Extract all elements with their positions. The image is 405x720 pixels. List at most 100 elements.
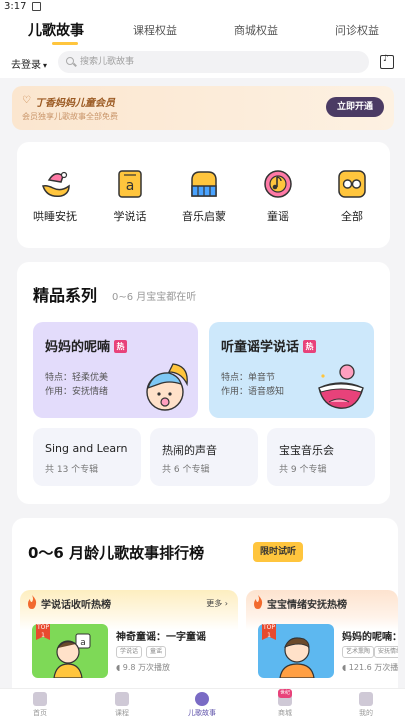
ranking-item-title[interactable]: 妈妈的呢喃：治 [342,628,398,643]
tab-songs-stories[interactable]: 儿歌故事 [28,20,84,40]
plays-count: 9.8 万次播放 [122,663,171,672]
category-all[interactable]: 全部 [317,168,387,224]
category-nursery-rhymes[interactable]: 童谣 [243,168,313,224]
top-rank-badge: TOP 1 [36,624,50,640]
vip-open-button[interactable]: 立即开通 [326,97,384,117]
ranking-item-thumbnail[interactable]: TOP 1 a [32,624,108,678]
child-illustration [279,637,315,678]
series-card-learn-speak[interactable]: 听童谣学说话热 特点：单音节 作用：语音感知 [209,322,374,418]
category-card: 哄睡安抚 a 学说话 音乐启蒙 童谣 全部 [17,142,390,248]
category-label: 哄睡安抚 [33,210,77,223]
nav-label: 课程 [115,709,129,717]
search-box[interactable] [58,51,369,73]
nav-label: 我的 [359,709,373,717]
ranking-item-thumbnail[interactable]: TOP 1 [258,624,334,678]
album-sing-and-learn[interactable]: Sing and Learn 共 13 个专辑 [33,428,141,486]
series-title: 妈妈的呢喃热 [45,336,128,355]
search-row: 去登录 ▾ [0,48,405,78]
active-tab-indicator [52,42,78,45]
hot-badge: 热 [114,340,128,353]
nav-courses[interactable]: 课程 [92,692,152,718]
fire-icon [28,595,37,609]
moon-icon [39,168,71,200]
series-effect: 作用：安抚情绪 [45,387,109,397]
series-title-text: 妈妈的呢喃 [45,340,111,355]
login-label: 去登录 [11,60,41,71]
vip-heart-icon: ♡ [22,95,31,106]
search-input[interactable] [80,54,350,70]
nav-label: 儿歌故事 [188,709,216,717]
tab-course-benefits[interactable]: 课程权益 [133,22,177,38]
ranking-list-learn-speak: 学说话收听热榜 更多 › TOP 1 a 神奇童谣：一字童谣 学说话 童谣 ◖ … [20,590,238,688]
ranking-item-tag: 艺术熏陶 [342,646,375,658]
tab-consult-benefits[interactable]: 问诊权益 [335,22,379,38]
featured-subtitle: 0~6 月宝宝都在听 [112,292,197,303]
letter-a-icon: a [114,168,146,200]
fire-icon [254,595,263,609]
notification-icon [32,2,41,11]
ranking-item-title[interactable]: 神奇童谣：一字童谣 [116,628,206,643]
ranking-item-tag: 学说话 [116,646,143,658]
svg-text:a: a [80,638,86,648]
child-illustration: a [53,633,91,678]
featured-series-card: 精品系列 0~6 月宝宝都在听 妈妈的呢喃热 特点：轻柔优美 作用：安抚情绪 听… [17,262,390,504]
login-button[interactable]: 去登录 ▾ [11,56,47,71]
series-title-text: 听童谣学说话 [221,340,300,355]
limited-trial-badge: 限时试听 [253,542,303,562]
music-note-icon [262,168,294,200]
hot-badge: 热 [303,340,317,353]
album-title: 宝宝音乐会 [279,444,334,457]
nav-songs-stories[interactable]: 儿歌故事 [172,692,232,718]
category-label: 全部 [341,210,363,223]
ranking-list-header: 宝宝情绪安抚热榜 [246,590,398,616]
nav-profile[interactable]: 我的 [336,692,396,718]
ranking-title: 0～6 月龄儿歌故事排行榜 [28,544,205,562]
headphone-icon: ◖ [116,663,123,672]
more-link[interactable]: 更多 › [206,598,228,609]
category-label: 音乐启蒙 [182,210,226,223]
ranking-item-plays: ◖ 9.8 万次播放 [116,662,170,673]
svg-text:a: a [126,178,135,194]
music-book-icon[interactable] [380,54,394,69]
album-count: 共 9 个专辑 [279,465,327,475]
category-lullaby[interactable]: 哄睡安抚 [20,168,90,224]
status-time: 3:17 [4,1,27,12]
ranking-item-tag: 安抚情绪 [374,646,398,658]
nav-label: 首页 [33,709,47,717]
ranking-list-title: 学说话收听热榜 [41,600,111,611]
category-label: 学说话 [113,210,147,223]
tab-mall-benefits[interactable]: 商城权益 [234,22,278,38]
chevron-down-icon: ▾ [43,61,48,70]
mall-badge: 世纪 [278,689,293,698]
album-baby-concert[interactable]: 宝宝音乐会 共 9 个专辑 [267,428,375,486]
ranking-list-header: 学说话收听热榜 更多 › [20,590,238,616]
plays-count: 121.6 万次播放 [348,663,398,672]
album-title: 热闹的声音 [162,444,217,457]
grid-dots-icon [336,168,368,200]
profile-icon [359,692,373,706]
headphone-icon: ◖ [342,663,349,672]
status-bar: 3:17 [0,0,405,14]
home-icon [33,692,47,706]
series-feature: 特点：单音节 [221,373,276,383]
ranking-list-title: 宝宝情绪安抚热榜 [267,600,347,611]
search-icon [66,57,74,65]
ranking-item-tag: 童谣 [146,646,167,658]
nav-home[interactable]: 首页 [10,692,70,718]
category-music-enlighten[interactable]: 音乐启蒙 [169,168,239,224]
album-count: 共 6 个专辑 [162,465,210,475]
series-effect: 作用：语音感知 [221,387,285,397]
vip-subtitle: 会员独享儿歌故事全部免费 [22,112,118,121]
album-lively-sounds[interactable]: 热闹的声音 共 6 个专辑 [150,428,258,486]
series-card-mom-whisper[interactable]: 妈妈的呢喃热 特点：轻柔优美 作用：安抚情绪 [33,322,198,418]
ranking-card: 0～6 月龄儿歌故事排行榜 限时试听 学说话收听热榜 更多 › TOP 1 a … [12,518,398,688]
mouth-illustration [318,364,364,409]
music-disc-icon [195,692,209,706]
series-feature: 特点：轻柔优美 [45,373,109,383]
category-label: 童谣 [267,210,289,223]
featured-title: 精品系列 [33,286,98,305]
baby-illustration [146,363,188,411]
category-learn-speak[interactable]: a 学说话 [95,168,165,224]
vip-banner[interactable]: ♡ 丁香妈妈儿童会员 会员独享儿歌故事全部免费 立即开通 [12,86,394,130]
course-icon [115,692,129,706]
